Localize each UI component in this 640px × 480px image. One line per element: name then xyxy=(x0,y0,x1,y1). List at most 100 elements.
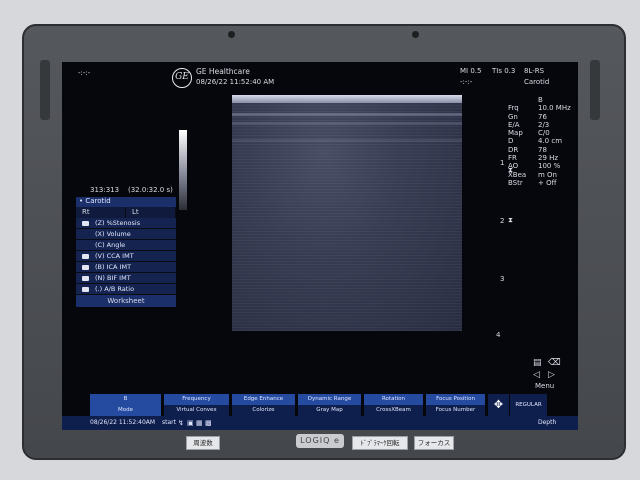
softkey-dynamic-range[interactable]: Dynamic Range Gray Map xyxy=(298,394,362,416)
network-icon: ↯ xyxy=(178,419,184,427)
mode-label: B xyxy=(90,394,161,405)
focus-marker-icon: ⧗ xyxy=(508,216,513,224)
mode-sub-label: Mode xyxy=(90,405,161,416)
menu-item-label: (B) ICA IMT xyxy=(95,262,132,271)
param-row: Map C/0 xyxy=(508,129,550,138)
param-row: D 4.0 cm xyxy=(508,137,563,146)
param-row: FR 29 Hz xyxy=(508,154,559,163)
document-icon[interactable]: ▤ xyxy=(533,359,542,368)
depth-tick: 3 xyxy=(500,275,505,283)
folder-icon xyxy=(82,220,89,226)
ge-logo: GE xyxy=(172,68,192,88)
bezel-screw-left xyxy=(228,31,235,38)
softkey-rotation[interactable]: Rotation CrossXBeam xyxy=(364,394,424,416)
device-model-label: LOGIQ e xyxy=(296,434,344,448)
save-icon: ▦ xyxy=(196,419,203,427)
lt-button[interactable]: Lt xyxy=(126,207,176,218)
bezel-screw-right xyxy=(412,31,419,38)
ultrasound-image[interactable] xyxy=(232,95,462,331)
softkey-edge-enhance[interactable]: Edge Enhance Colorize xyxy=(232,394,296,416)
hinge-right xyxy=(590,60,600,120)
grayscale-bar xyxy=(179,130,187,210)
param-row: E/A 2/3 xyxy=(508,120,550,129)
start-button[interactable]: start xyxy=(162,416,176,430)
printer-icon: ▣ xyxy=(187,419,194,427)
tissue-layer-band xyxy=(232,122,462,125)
tissue-layer-band xyxy=(232,113,462,116)
mode-button[interactable]: B Mode xyxy=(90,394,162,416)
depth-tick: 4 xyxy=(496,331,501,339)
status-bar: 08/26/22 11:52:40AM start ↯ ▣ ▦ ▩ Depth xyxy=(62,416,578,430)
menu-item-cca-imt[interactable]: (V) CCA IMT xyxy=(76,251,176,262)
folder-icon xyxy=(82,264,89,270)
menu-item-stenosis[interactable]: (Z) %Stenosis xyxy=(76,218,176,229)
worksheet-button[interactable]: Worksheet xyxy=(76,295,176,307)
param-row: B xyxy=(538,96,543,104)
tissue-layer-band xyxy=(232,139,462,142)
menu-item-label: (N) BIF IMT xyxy=(95,273,131,282)
preset-name: Carotid xyxy=(524,78,550,86)
softkey-focus-position[interactable]: Focus Position Focus Number xyxy=(426,394,486,416)
depth-tick: 1 xyxy=(500,159,505,167)
probe-name: 8L-RS xyxy=(524,67,545,75)
arrow-left-icon[interactable]: ◁ xyxy=(533,371,540,380)
device-icon: ▩ xyxy=(205,419,212,427)
measurement-menu: • Carotid Rt Lt (Z) %Stenosis (X) Volume… xyxy=(76,197,176,307)
param-row: AO 100 % xyxy=(508,162,561,171)
left-indicator: -:-:- xyxy=(78,69,91,77)
param-row: Frq 10.0 MHz xyxy=(508,104,571,113)
status-datetime: 08/26/22 11:52:40AM xyxy=(90,419,156,426)
hinge-left xyxy=(40,60,50,120)
imaging-parameters: B Frq 10.0 MHz Gn 76 E/A 2/3 Map C/0 D 4.0 cm… xyxy=(508,96,571,187)
mi-value: MI 0.5 xyxy=(460,67,482,75)
side-selector: Rt Lt xyxy=(76,207,176,218)
folder-icon xyxy=(82,275,89,281)
softkey-colorize[interactable]: Colorize xyxy=(232,405,295,416)
softkey-focus-number[interactable]: Focus Number xyxy=(426,405,485,416)
frame-time: (32.0:32.0 s) xyxy=(128,186,173,194)
ultrasound-screen: -:-:- GE GE Healthcare 08/26/22 11:52:40… xyxy=(62,62,578,430)
tis-value: TIs 0.3 xyxy=(492,67,516,75)
param-row: BStr + Off xyxy=(508,178,557,187)
softkey-frequency[interactable]: Frequency Virtual Convex xyxy=(164,394,230,416)
bullet-icon: • xyxy=(79,197,84,205)
depth-label[interactable]: Depth xyxy=(538,416,556,430)
rt-button[interactable]: Rt xyxy=(76,207,126,218)
menu-item-bif-imt[interactable]: (N) BIF IMT xyxy=(76,273,176,284)
focus-marker-icon: ⧗ xyxy=(508,166,513,174)
softkey-gray-map[interactable]: Gray Map xyxy=(298,405,361,416)
trash-icon[interactable]: ⌫ xyxy=(548,359,561,368)
softkey-crossxbeam[interactable]: CrossXBeam xyxy=(364,405,423,416)
param-row: DR 78 xyxy=(508,145,547,154)
frequency-key[interactable]: 周波数 xyxy=(186,436,220,450)
menu-item-label: (C) Angle xyxy=(95,240,126,249)
menu-item-ica-imt[interactable]: (B) ICA IMT xyxy=(76,262,176,273)
menu-item-label: (X) Volume xyxy=(95,229,131,238)
param-row: XBea m On xyxy=(508,170,557,179)
menu-item-angle[interactable]: (C) Angle xyxy=(76,240,176,251)
menu-item-volume[interactable]: (X) Volume xyxy=(76,229,176,240)
center-indicator: -:-:- xyxy=(460,78,473,86)
arrow-right-icon[interactable]: ▷ xyxy=(548,371,555,380)
menu-item-ab-ratio[interactable]: (.) A/B Ratio xyxy=(76,284,176,295)
folder-icon xyxy=(82,253,89,259)
softkey-bar: B Mode Frequency Virtual Convex Edge Enh… xyxy=(62,394,578,416)
menu-label[interactable]: Menu xyxy=(535,382,554,391)
softkey-virtual-convex[interactable]: Virtual Convex xyxy=(164,405,229,416)
header-datetime: 08/26/22 11:52:40 AM xyxy=(196,78,275,86)
focus-key[interactable]: フォーカス xyxy=(414,436,454,450)
depth-tick: 2 xyxy=(500,217,505,225)
frame-counter: 313:313 xyxy=(90,186,120,194)
param-row: Gn 76 xyxy=(508,112,547,121)
menu-item-label: (.) A/B Ratio xyxy=(95,284,135,293)
menu-item-label: (Z) %Stenosis xyxy=(95,218,141,227)
menu-item-label: (V) CCA IMT xyxy=(95,251,134,260)
trackball-icon[interactable]: ✥ xyxy=(488,394,510,416)
doppler-rotate-key[interactable]: ﾄﾞﾌﾟﾗﾏｰｸ回転 xyxy=(352,436,408,450)
regular-button[interactable]: REGULAR xyxy=(510,394,548,416)
folder-icon xyxy=(82,286,89,292)
near-field-band xyxy=(232,95,462,103)
brand-name: GE Healthcare xyxy=(196,67,250,76)
menu-title-row[interactable]: • Carotid xyxy=(76,197,176,207)
menu-title: Carotid xyxy=(85,197,111,205)
